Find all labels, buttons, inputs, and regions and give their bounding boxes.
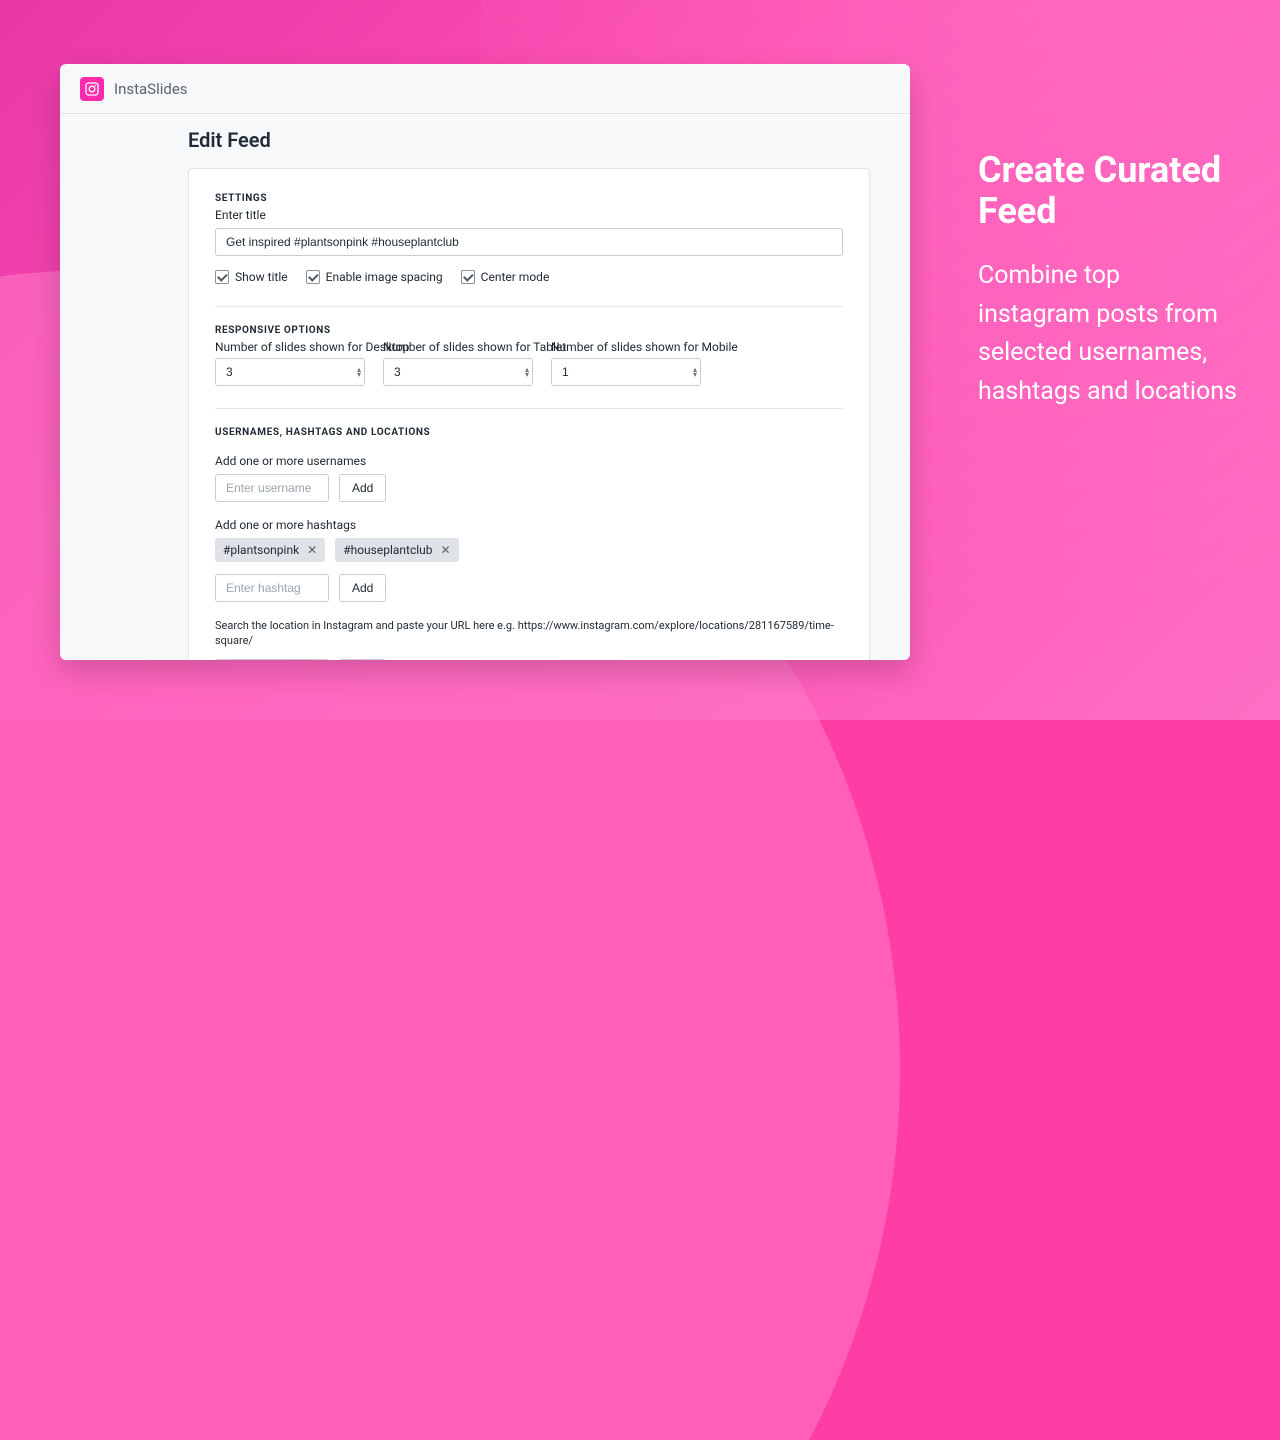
edit-feed-panel: SETTINGS Enter title Show title Enable i… bbox=[188, 168, 870, 660]
username-block: Add one or more usernames Add bbox=[215, 454, 843, 502]
enable-spacing-option: Enable image spacing bbox=[306, 270, 443, 284]
show-title-label: Show title bbox=[235, 270, 288, 284]
location-input[interactable] bbox=[215, 659, 329, 660]
content-area: Edit Feed SETTINGS Enter title Show titl… bbox=[60, 114, 910, 660]
mobile-slides-input[interactable] bbox=[551, 358, 701, 386]
hashtag-label: Add one or more hashtags bbox=[215, 518, 843, 532]
tablet-label: Number of slides shown for Tablet bbox=[383, 340, 533, 354]
stepper-icon[interactable]: ▴▾ bbox=[525, 367, 529, 377]
app-window: InstaSlides Edit Feed SETTINGS Enter tit… bbox=[60, 64, 910, 660]
page-title: Edit Feed bbox=[188, 128, 870, 152]
settings-heading: SETTINGS bbox=[215, 193, 843, 204]
brand-name: InstaSlides bbox=[114, 80, 188, 98]
show-title-option: Show title bbox=[215, 270, 288, 284]
mobile-label: Number of slides shown for Mobile bbox=[551, 340, 701, 354]
desktop-col: Number of slides shown for Desktop ▴▾ bbox=[215, 340, 365, 386]
mobile-select-wrap: ▴▾ bbox=[551, 358, 701, 386]
remove-chip-icon[interactable]: ✕ bbox=[307, 544, 317, 556]
camera-icon bbox=[84, 81, 100, 97]
location-input-row: Add bbox=[215, 659, 843, 660]
stepper-icon[interactable]: ▴▾ bbox=[357, 367, 361, 377]
add-hashtag-button[interactable]: Add bbox=[339, 574, 386, 602]
enable-spacing-label: Enable image spacing bbox=[326, 270, 443, 284]
center-mode-checkbox[interactable] bbox=[461, 270, 475, 284]
desktop-slides-input[interactable] bbox=[215, 358, 365, 386]
username-input[interactable] bbox=[215, 474, 329, 502]
chip-label: #plantsonpink bbox=[223, 543, 299, 557]
tablet-select-wrap: ▴▾ bbox=[383, 358, 533, 386]
hashtag-input[interactable] bbox=[215, 574, 329, 602]
location-help-text: Search the location in Instagram and pas… bbox=[215, 618, 843, 649]
brand-logo bbox=[80, 77, 104, 101]
username-input-row: Add bbox=[215, 474, 843, 502]
title-label: Enter title bbox=[215, 208, 843, 222]
hashtag-block: Add one or more hashtags #plantsonpink ✕… bbox=[215, 518, 843, 602]
promo-body: Combine top instagram posts from selecte… bbox=[978, 257, 1238, 412]
stepper-icon[interactable]: ▴▾ bbox=[693, 367, 697, 377]
mobile-col: Number of slides shown for Mobile ▴▾ bbox=[551, 340, 701, 386]
center-mode-option: Center mode bbox=[461, 270, 550, 284]
responsive-row: Number of slides shown for Desktop ▴▾ Nu… bbox=[215, 340, 843, 386]
username-label: Add one or more usernames bbox=[215, 454, 843, 468]
chip-label: #houseplantclub bbox=[343, 543, 432, 557]
divider bbox=[215, 408, 843, 409]
topbar: InstaSlides bbox=[60, 64, 910, 114]
center-mode-label: Center mode bbox=[481, 270, 550, 284]
promo-copy: Create Curated Feed Combine top instagra… bbox=[978, 150, 1238, 412]
hashtag-chip: #plantsonpink ✕ bbox=[215, 538, 325, 562]
divider bbox=[215, 306, 843, 307]
remove-chip-icon[interactable]: ✕ bbox=[441, 544, 451, 556]
add-location-button[interactable]: Add bbox=[339, 659, 386, 660]
hashtag-chip-list: #plantsonpink ✕ #houseplantclub ✕ bbox=[215, 538, 843, 562]
add-username-button[interactable]: Add bbox=[339, 474, 386, 502]
hashtag-chip: #houseplantclub ✕ bbox=[335, 538, 458, 562]
settings-checkbox-row: Show title Enable image spacing Center m… bbox=[215, 270, 843, 284]
tablet-col: Number of slides shown for Tablet ▴▾ bbox=[383, 340, 533, 386]
hashtag-input-row: Add bbox=[215, 574, 843, 602]
tablet-slides-input[interactable] bbox=[383, 358, 533, 386]
show-title-checkbox[interactable] bbox=[215, 270, 229, 284]
responsive-heading: RESPONSIVE OPTIONS bbox=[215, 325, 843, 336]
promo-title: Create Curated Feed bbox=[978, 150, 1238, 233]
enable-spacing-checkbox[interactable] bbox=[306, 270, 320, 284]
desktop-label: Number of slides shown for Desktop bbox=[215, 340, 365, 354]
feed-title-input[interactable] bbox=[215, 228, 843, 256]
desktop-select-wrap: ▴▾ bbox=[215, 358, 365, 386]
sources-heading: USERNAMES, HASHTAGS AND LOCATIONS bbox=[215, 427, 843, 438]
